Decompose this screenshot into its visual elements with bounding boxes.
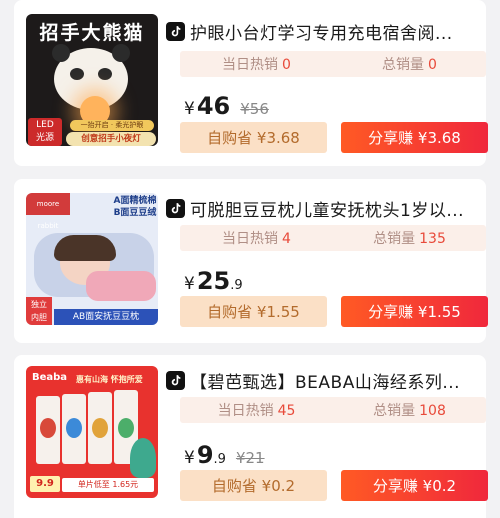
price: ¥ 46 ¥56 <box>184 92 269 120</box>
image-banner-text: 招手大熊猫 <box>39 22 145 44</box>
sales-stats: 当日热销 4 总销量 135 <box>180 225 486 251</box>
sales-stats: 当日热销 45 总销量 108 <box>180 397 486 423</box>
sales-stats: 当日热销 0 总销量 0 <box>180 51 486 77</box>
product-title-row[interactable]: 【碧芭甄选】BEABA山海经系列... <box>166 367 476 393</box>
product-title: 可脱胆豆豆枕儿童安抚枕头1岁以... <box>190 200 465 221</box>
price: ¥ 25 .9 <box>184 267 253 295</box>
image-price-badge: 9.9 <box>30 476 60 492</box>
share-earn-button[interactable]: 分享赚 ¥1.55 <box>341 296 488 327</box>
price-integer: 9 <box>196 441 214 469</box>
douyin-icon <box>166 198 185 218</box>
total-sales-value: 135 <box>419 231 446 247</box>
original-price: ¥21 <box>235 449 265 467</box>
total-sales-label: 总销量 <box>373 403 416 419</box>
product-card[interactable]: moore rabbit A面精梳棉 B面豆豆绒 独立 内胆 AB面安抚豆豆枕 … <box>14 179 488 343</box>
image-bottom-label: AB面安抚豆豆枕 <box>54 309 158 325</box>
product-image[interactable]: Beaba 惠有山海 怀抱所爱 9.9 单片低至 1.65元 <box>26 366 158 498</box>
image-tag-text: 创意招手小夜灯 <box>66 132 156 146</box>
daily-sales-label: 当日热销 <box>222 57 279 73</box>
share-earn-button[interactable]: 分享赚 ¥0.2 <box>341 470 488 501</box>
price-decimal: .9 <box>230 278 243 293</box>
total-sales-value: 108 <box>419 403 446 419</box>
self-buy-button[interactable]: 自购省 ¥3.68 <box>180 122 327 153</box>
daily-sales-label: 当日热销 <box>217 403 274 419</box>
image-tag-text: 一抬开启 · 柔光护眼 <box>70 120 154 131</box>
self-buy-button[interactable]: 自购省 ¥1.55 <box>180 296 327 327</box>
product-card[interactable]: Beaba 惠有山海 怀抱所爱 9.9 单片低至 1.65元 【碧芭甄选】BEA… <box>14 355 488 518</box>
price: ¥ 9 .9 ¥21 <box>184 441 265 469</box>
image-unit-price: 单片低至 1.65元 <box>62 478 154 492</box>
led-badge: LED 光源 <box>28 118 62 146</box>
price-integer: 25 <box>196 267 231 295</box>
total-sales-label: 总销量 <box>382 57 425 73</box>
original-price: ¥56 <box>240 100 269 118</box>
product-image[interactable]: 招手大熊猫 LED 光源 一抬开启 · 柔光护眼 创意招手小夜灯 <box>26 14 158 146</box>
douyin-icon <box>166 21 185 41</box>
price-integer: 46 <box>196 92 231 120</box>
douyin-icon <box>166 370 185 390</box>
product-card[interactable]: 招手大熊猫 LED 光源 一抬开启 · 柔光护眼 创意招手小夜灯 护眼小台灯学习… <box>14 0 488 166</box>
product-title: 【碧芭甄选】BEABA山海经系列... <box>190 372 461 393</box>
total-sales-label: 总销量 <box>373 231 416 247</box>
daily-sales-value: 4 <box>282 231 291 247</box>
share-earn-button[interactable]: 分享赚 ¥3.68 <box>341 122 488 153</box>
daily-sales-value: 45 <box>277 403 296 419</box>
currency-symbol: ¥ <box>184 448 195 468</box>
currency-symbol: ¥ <box>184 274 195 294</box>
self-buy-button[interactable]: 自购省 ¥0.2 <box>180 470 327 501</box>
product-title-row[interactable]: 护眼小台灯学习专用充电宿舍阅... <box>166 18 476 44</box>
image-slogan: 惠有山海 怀抱所爱 <box>76 375 143 384</box>
total-sales-value: 0 <box>428 57 437 73</box>
product-title-row[interactable]: 可脱胆豆豆枕儿童安抚枕头1岁以... <box>166 195 476 221</box>
daily-sales-value: 0 <box>282 57 291 73</box>
image-side-label: A面精梳棉 B面豆豆绒 <box>113 196 157 218</box>
currency-symbol: ¥ <box>184 99 195 119</box>
price-decimal: .9 <box>213 452 226 467</box>
daily-sales-label: 当日热销 <box>222 231 279 247</box>
inner-badge: 独立 内胆 <box>26 297 52 325</box>
brand-logo: moore rabbit <box>26 193 70 230</box>
product-title: 护眼小台灯学习专用充电宿舍阅... <box>190 23 453 44</box>
product-image[interactable]: moore rabbit A面精梳棉 B面豆豆绒 独立 内胆 AB面安抚豆豆枕 <box>26 193 158 325</box>
brand-logo: Beaba <box>32 372 68 383</box>
